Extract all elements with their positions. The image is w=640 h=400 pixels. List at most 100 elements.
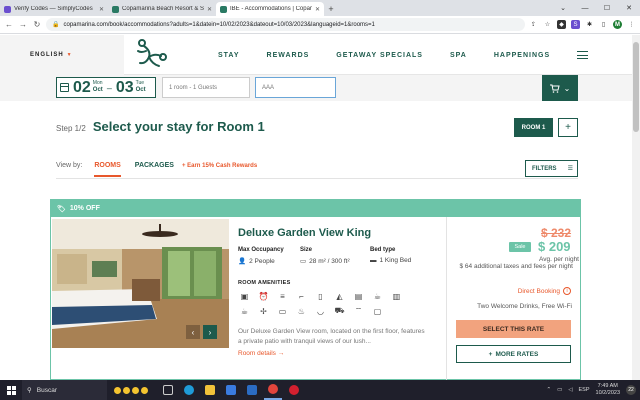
simplycodes-extension-icon[interactable]: S [571, 20, 580, 29]
windows-logo-icon [6, 385, 16, 395]
iron-icon: ◭ [336, 291, 343, 301]
bottle-icon: ▯ [318, 291, 323, 301]
view-by-tabs: View by: ROOMS PACKAGES + Earn 15% Cash … [56, 158, 257, 177]
nav-getaway-specials[interactable]: GETAWAY SPECIALS [336, 52, 423, 59]
nav-stay[interactable]: STAY [218, 52, 240, 59]
reload-icon[interactable]: ↻ [32, 20, 42, 29]
search-highlight-image[interactable] [107, 380, 155, 400]
clock-date: 10/2/2023 [595, 390, 620, 396]
nav-happenings[interactable]: HAPPENINGS [494, 52, 550, 59]
calendar-icon [60, 83, 69, 92]
nav-spa[interactable]: SPA [450, 52, 467, 59]
checkin-month: Oct [92, 86, 103, 93]
language-selector[interactable]: ENGLISH ▼ [0, 35, 124, 75]
chevron-right-icon: › [208, 327, 212, 337]
browser-tab-bar: Verify Codes — SimplyCodes ✕ Copamarina … [0, 0, 640, 16]
info-icon[interactable]: i [563, 287, 571, 295]
shower-icon: ♨ [297, 306, 306, 316]
cart-button[interactable]: ⌄ [542, 75, 578, 101]
microwave-icon: ▣ [240, 291, 249, 301]
checkout-month: Oct [135, 86, 146, 93]
close-tab-icon[interactable]: ✕ [315, 6, 320, 13]
photo-prev-button[interactable]: ‹ [186, 325, 200, 339]
maximize-button[interactable]: ☐ [596, 0, 618, 16]
file-explorer-icon[interactable] [201, 380, 219, 400]
guests-field[interactable]: 1 room - 1 Guests [162, 77, 250, 98]
room-description: Our Deluxe Garden View room, located on … [238, 328, 425, 345]
photo-next-button[interactable]: › [203, 325, 217, 339]
hamburger-menu-icon[interactable] [577, 51, 589, 59]
step-number: Step 1/2 [56, 124, 86, 133]
direct-booking[interactable]: Direct Booking i [518, 287, 571, 295]
share-icon[interactable]: ⇪ [529, 20, 538, 29]
room-title[interactable]: Deluxe Garden View King [238, 227, 371, 239]
safe-icon: ▤ [354, 291, 363, 301]
start-button[interactable] [0, 380, 22, 400]
new-tab-button[interactable]: + [324, 2, 338, 16]
fan-icon: ✢ [260, 306, 267, 316]
avg-per-night: Avg. per night [539, 256, 579, 263]
sidebar-icon[interactable]: ▯ [599, 20, 608, 29]
close-tab-icon[interactable]: ✕ [207, 6, 212, 13]
sale-badge: Sale [509, 242, 531, 252]
car-icon: ⛟ [334, 306, 345, 315]
room-details-link[interactable]: Room details → [238, 350, 284, 357]
occupancy-label: Max Occupancy [238, 247, 284, 253]
more-menu-icon[interactable]: ⋮ [627, 20, 636, 29]
nav-rewards[interactable]: REWARDS [267, 52, 310, 59]
bathtub-icon: ◡ [317, 306, 324, 316]
more-rates-button[interactable]: + MORE RATES [456, 345, 571, 363]
profile-avatar[interactable]: M [613, 20, 622, 29]
add-room-button[interactable]: + [558, 118, 578, 137]
system-tray: ⌃ ▭ ◁ ESP 7:49 AM 10/2/2023 22 [546, 380, 636, 400]
notification-badge[interactable]: 22 [626, 385, 636, 395]
tab-packages[interactable]: PACKAGES [135, 162, 174, 169]
caret-down-icon: ▼ [66, 52, 73, 58]
taskbar-search[interactable]: ⚲ Buscar [22, 380, 107, 400]
chrome-icon[interactable] [264, 380, 282, 400]
chevron-up-icon[interactable]: ⌃ [546, 387, 551, 393]
clock[interactable]: 7:49 AM 10/2/2023 [596, 383, 620, 397]
extension-icon[interactable]: ◆ [557, 20, 566, 29]
promo-code-input[interactable]: AAA [255, 77, 336, 98]
simplycodes-favicon-icon [4, 5, 11, 13]
earn-rewards-link[interactable]: + Earn 15% Cash Rewards [182, 163, 257, 169]
window-controls: ⌄ — ☐ ✕ [552, 0, 640, 16]
card-divider [446, 217, 447, 380]
url-text: copamarina.com/book/accommodations?adult… [63, 21, 375, 28]
date-range-picker[interactable]: 02 Mon Oct – 03 Tue Oct [56, 77, 156, 98]
close-tab-icon[interactable]: ✕ [99, 6, 104, 13]
checkin-day: 02 [73, 78, 91, 96]
wifi-icon: ⌔ [354, 306, 363, 315]
copamarina-logo-icon[interactable] [133, 37, 169, 73]
amenities-heading: ROOM AMENITIES [238, 280, 291, 286]
browser-tab-ibe-accommodations[interactable]: IBE - Accommodations | Copam ✕ [216, 2, 324, 16]
url-field[interactable]: 🔒 copamarina.com/book/accommodations?adu… [46, 18, 525, 31]
amenities-row-2: ☕ ✢ ▭ ♨ ◡ ⛟ ⌔ ▢ [238, 306, 384, 316]
puzzle-icon[interactable]: ✱ [585, 20, 594, 29]
opera-icon[interactable] [285, 380, 303, 400]
select-rate-button[interactable]: SELECT THIS RATE [456, 320, 571, 338]
tab-rooms[interactable]: ROOMS [94, 162, 121, 177]
browser-tab-copamarina[interactable]: Copamarina Beach Resort & Spa ✕ [108, 2, 216, 16]
input-language[interactable]: ESP [579, 387, 590, 393]
close-window-button[interactable]: ✕ [618, 0, 640, 16]
minimize-button[interactable]: — [574, 0, 596, 16]
edge-icon[interactable] [180, 380, 198, 400]
store-icon[interactable] [222, 380, 240, 400]
network-icon[interactable]: ▭ [557, 387, 562, 393]
direct-booking-label: Direct Booking [517, 287, 560, 295]
filters-button[interactable]: FILTERS ☰ [525, 160, 578, 177]
lock-icon: ▢ [373, 306, 382, 316]
mail-icon[interactable] [243, 380, 261, 400]
back-arrow-icon[interactable]: ← [4, 20, 14, 29]
size-label: Size [300, 247, 313, 253]
task-view-icon[interactable] [159, 380, 177, 400]
room-1-button[interactable]: ROOM 1 [514, 118, 553, 137]
scrollbar-thumb[interactable] [633, 42, 639, 132]
forward-arrow-icon[interactable]: → [18, 20, 28, 29]
volume-icon[interactable]: ◁ [568, 387, 572, 393]
star-icon[interactable]: ☆ [543, 20, 552, 29]
chevron-down-icon[interactable]: ⌄ [552, 0, 574, 16]
browser-tab-verify-codes[interactable]: Verify Codes — SimplyCodes ✕ [0, 2, 108, 16]
